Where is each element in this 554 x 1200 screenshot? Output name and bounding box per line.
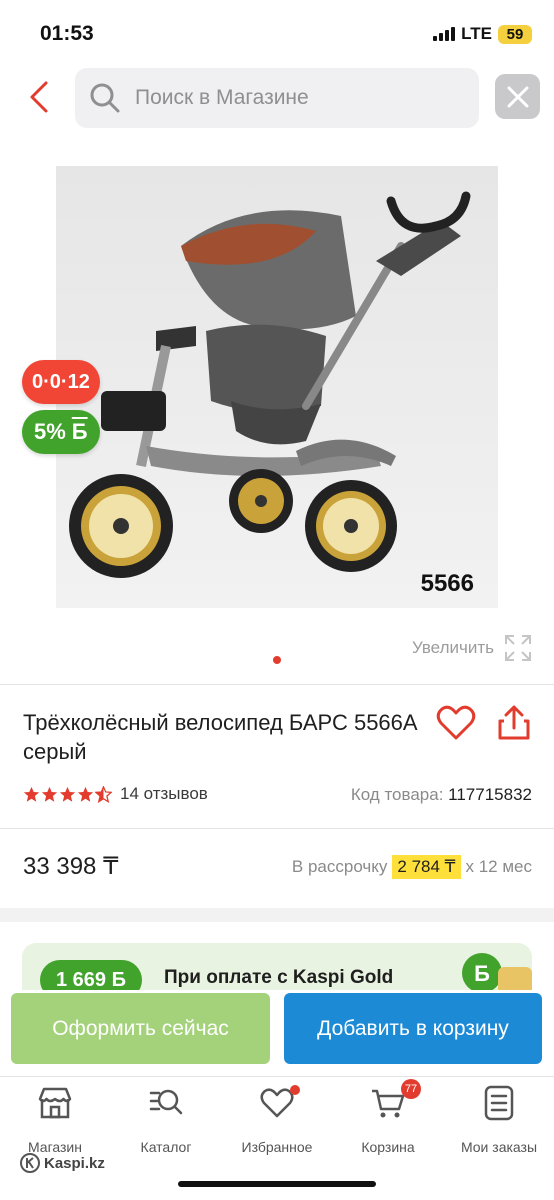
add-to-cart-button[interactable]: Добавить в корзину [284, 993, 542, 1064]
expand-icon [505, 635, 531, 661]
model-number: 5566 [420, 570, 474, 597]
search-icon [90, 83, 120, 113]
tab-label: Каталог [140, 1139, 192, 1155]
battery-icon: 59 [498, 24, 532, 44]
half-star-icon [95, 785, 112, 803]
heart-icon [260, 1088, 294, 1118]
tab-label: Избранное [241, 1139, 313, 1155]
installment-label: В рассрочку [291, 857, 388, 876]
sku-value: 117715832 [448, 785, 532, 804]
favorite-button[interactable] [436, 704, 476, 742]
signal-icon [433, 27, 456, 41]
cart-icon [372, 1089, 405, 1118]
svg-text:Б: Б [474, 961, 490, 986]
buy-now-button[interactable]: Оформить сейчас [11, 993, 270, 1064]
promo-text: При оплате с Kaspi Gold [164, 967, 394, 988]
close-search-button[interactable] [495, 74, 540, 119]
home-indicator[interactable] [178, 1181, 376, 1187]
installment-amount: 2 784 ₸ [392, 855, 461, 879]
installment-badge: 0·0·12 [22, 360, 100, 404]
tricycle-illustration [69, 191, 471, 578]
tab-cart[interactable]: 77 Корзина [333, 1079, 443, 1155]
search-input[interactable] [135, 86, 465, 110]
site-watermark: Kaspi.kz [20, 1153, 105, 1173]
bonus-currency: Б [71, 419, 88, 444]
tab-favorites[interactable]: Избранное [222, 1085, 332, 1155]
status-bar: 01:53 LTE 59 [0, 0, 554, 64]
section-separator [0, 908, 554, 922]
site-name: Kaspi.kz [44, 1154, 105, 1172]
zoom-label: Увеличить [412, 638, 494, 657]
catalog-search-icon [149, 1089, 183, 1115]
bonus-badge: 5% Б [22, 410, 100, 454]
sku-label: Код товара: [350, 785, 444, 804]
share-button[interactable] [496, 704, 532, 742]
tab-store[interactable]: Магазин [0, 1085, 110, 1155]
action-bar: Оформить сейчас Добавить в корзину [0, 990, 554, 1070]
close-icon [507, 86, 528, 107]
product-title: Трёхколёсный велосипед БАРС 5566А серый [23, 710, 418, 764]
divider [0, 684, 554, 685]
kaspi-logo-icon [20, 1153, 40, 1173]
divider [0, 828, 554, 829]
reviews-link[interactable]: 14 отзывов [120, 784, 208, 804]
installment-term: х 12 мес [465, 857, 533, 876]
orders-icon [484, 1085, 514, 1121]
heart-icon [436, 705, 476, 740]
network-type: LTE [461, 24, 492, 43]
cart-count-badge: 77 [401, 1079, 421, 1099]
store-icon [38, 1087, 72, 1119]
search-bar[interactable] [75, 68, 479, 128]
product-price: 33 398 ₸ [23, 853, 119, 880]
tab-label: Мои заказы [460, 1139, 538, 1155]
status-time: 01:53 [40, 22, 94, 45]
product-image[interactable]: 5566 [56, 166, 498, 608]
star-icon [59, 786, 76, 802]
rating-block[interactable]: 14 отзывов [23, 784, 208, 804]
zoom-button[interactable]: Увеличить [412, 634, 532, 662]
status-indicators: LTE 59 [433, 24, 532, 44]
rating-stars [23, 785, 112, 803]
star-icon [77, 786, 94, 802]
carousel-indicator [273, 656, 281, 664]
tab-catalog[interactable]: Каталог [111, 1085, 221, 1155]
share-icon [498, 705, 530, 740]
star-icon [41, 786, 58, 802]
notification-dot [290, 1085, 300, 1095]
star-icon [23, 786, 40, 802]
back-button[interactable] [26, 80, 56, 114]
product-sku: Код товара: 117715832 [351, 785, 532, 805]
search-header [0, 68, 554, 128]
tab-orders[interactable]: Мои заказы [444, 1085, 554, 1155]
installment-info[interactable]: В рассрочку 2 784 ₸ х 12 мес [292, 855, 532, 879]
chevron-left-icon [30, 81, 48, 113]
tab-label: Корзина [361, 1139, 415, 1155]
bonus-percent: 5% [34, 419, 66, 444]
